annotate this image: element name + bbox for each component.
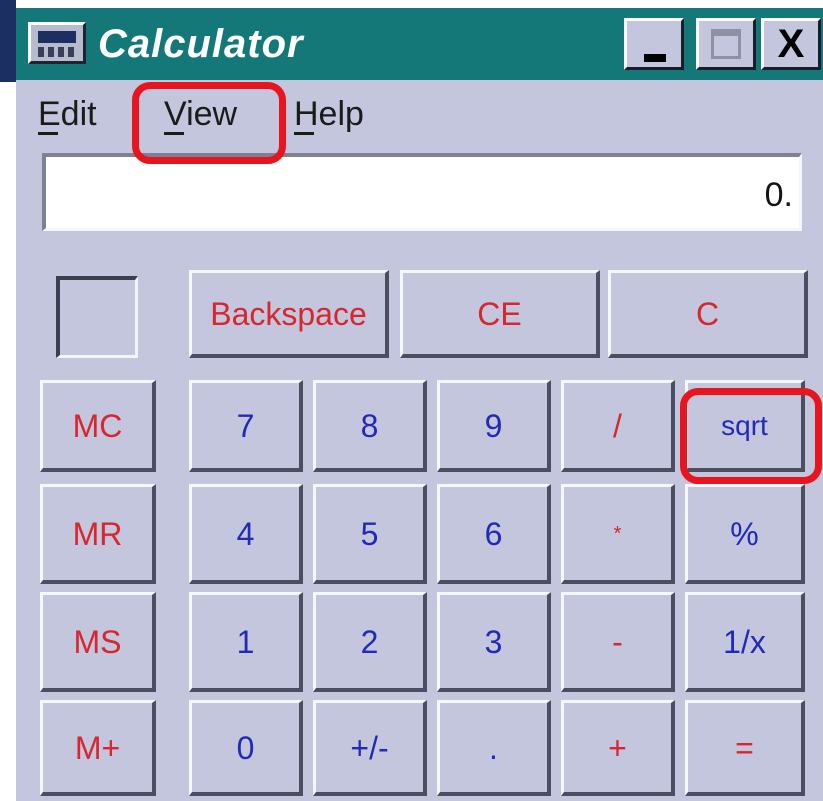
digit-2-button[interactable]: 2	[313, 592, 427, 692]
equals-button[interactable]: =	[685, 700, 805, 796]
memory-store-button[interactable]: MS	[40, 592, 156, 692]
memory-recall-button[interactable]: MR	[40, 484, 156, 584]
minimize-icon	[644, 54, 666, 62]
digit-3-button[interactable]: 3	[437, 592, 551, 692]
menu-help[interactable]: Help	[294, 94, 364, 135]
digit-1-button[interactable]: 1	[189, 592, 303, 692]
memory-add-button[interactable]: M+	[40, 700, 156, 796]
calculator-icon[interactable]	[28, 22, 86, 64]
maximize-button[interactable]	[696, 18, 756, 70]
digit-5-button[interactable]: 5	[313, 484, 427, 584]
percent-button[interactable]: %	[685, 484, 805, 584]
sqrt-button-highlight	[680, 388, 822, 484]
close-icon: X	[777, 22, 805, 66]
minimize-button[interactable]	[624, 18, 684, 70]
accelerator-underline	[38, 132, 58, 135]
memory-indicator	[56, 276, 138, 358]
memory-clear-button[interactable]: MC	[40, 380, 156, 472]
maximize-icon	[711, 29, 741, 59]
background-strip	[0, 0, 16, 82]
digit-4-button[interactable]: 4	[189, 484, 303, 584]
subtract-button[interactable]: -	[561, 592, 675, 692]
display-value: 0.	[764, 176, 793, 214]
digit-0-button[interactable]: 0	[189, 700, 303, 796]
divide-button[interactable]: /	[561, 380, 675, 472]
calculator-window: Calculator X Edit View Help 0. Backspace…	[16, 8, 823, 801]
digit-8-button[interactable]: 8	[313, 380, 427, 472]
close-button[interactable]: X	[761, 18, 821, 70]
sign-toggle-button[interactable]: +/-	[313, 700, 427, 796]
digit-9-button[interactable]: 9	[437, 380, 551, 472]
backspace-button[interactable]: Backspace	[189, 270, 389, 358]
window-title: Calculator	[98, 22, 304, 66]
clear-entry-button[interactable]: CE	[400, 270, 600, 358]
digit-7-button[interactable]: 7	[189, 380, 303, 472]
clear-button[interactable]: C	[608, 270, 808, 358]
view-menu-highlight	[132, 82, 286, 164]
accelerator-underline	[294, 132, 314, 135]
menu-edit[interactable]: Edit	[38, 94, 97, 135]
menu-edit-label: Edit	[38, 95, 97, 133]
title-bar[interactable]: Calculator X	[16, 8, 823, 80]
result-display[interactable]: 0.	[42, 153, 802, 231]
menu-help-label: Help	[294, 95, 364, 133]
add-button[interactable]: +	[561, 700, 675, 796]
decimal-button[interactable]: .	[437, 700, 551, 796]
multiply-button[interactable]: *	[561, 484, 675, 584]
digit-6-button[interactable]: 6	[437, 484, 551, 584]
reciprocal-button[interactable]: 1/x	[685, 592, 805, 692]
